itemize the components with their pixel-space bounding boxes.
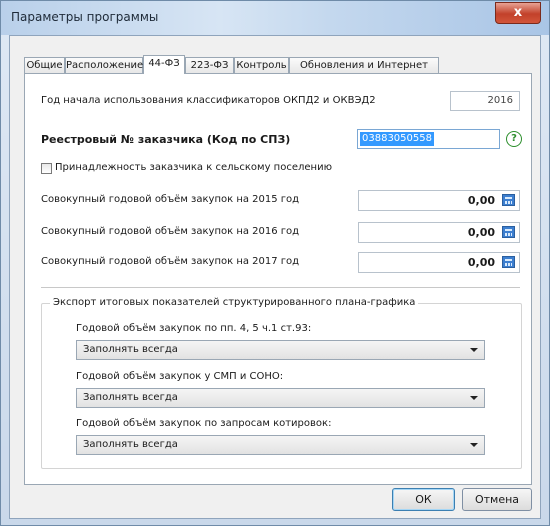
export-field-3-label: Годовой объём закупок по запросам котиро… [76,418,332,429]
export-field-3-select[interactable]: Заполнять всегда [76,435,485,455]
dialog-client-area: Общие Расположение 44-ФЗ 223-ФЗ Контроль… [9,35,541,519]
volume-2016-field[interactable]: 0,00 [358,222,520,243]
cancel-button[interactable]: Отмена [462,488,532,511]
registry-number-input[interactable]: 03883050558 [357,129,500,149]
tab-44fz[interactable]: 44-ФЗ [143,55,185,74]
window-title: Параметры программы [11,10,159,24]
export-field-1-select[interactable]: Заполнять всегда [76,340,485,360]
export-group-title: Экспорт итоговых показателей структуриро… [50,297,419,308]
export-field-1-value: Заполнять всегда [83,344,178,355]
tab-general[interactable]: Общие [24,57,65,73]
tab-location[interactable]: Расположение [65,57,143,73]
tab-control[interactable]: Контроль [234,57,289,73]
chevron-down-icon [470,396,478,400]
export-field-3-value: Заполнять всегда [83,439,178,450]
ok-button[interactable]: ОК [392,488,455,511]
chevron-down-icon [470,443,478,447]
title-bar[interactable]: Параметры программы x [1,1,549,35]
export-field-2-value: Заполнять всегда [83,392,178,403]
tab-updates-internet[interactable]: Обновления и Интернет [289,57,439,73]
rural-settlement-checkbox[interactable] [41,163,52,174]
volume-2016-value: 0,00 [467,226,495,239]
calculator-icon[interactable] [502,256,515,268]
help-icon[interactable]: ? [506,131,522,147]
export-groupbox: Экспорт итоговых показателей структуриро… [41,297,522,469]
volume-2017-value: 0,00 [467,256,495,269]
calculator-icon[interactable] [502,194,515,206]
settings-dialog: Параметры программы x Общие Расположение… [0,0,550,526]
section-divider [41,287,520,288]
tab-panel-44fz: Год начала использования классификаторов… [24,73,532,485]
export-field-2-select[interactable]: Заполнять всегда [76,388,485,408]
chevron-down-icon [470,348,478,352]
volume-2015-value: 0,00 [467,194,495,207]
tab-223fz[interactable]: 223-ФЗ [185,57,234,73]
classifier-year-label: Год начала использования классификаторов… [41,95,376,106]
registry-number-value: 03883050558 [360,132,434,146]
classifier-year-field[interactable]: 2016 [450,91,520,111]
export-field-2-label: Годовой объём закупок у СМП и СОНО: [76,371,284,382]
volume-2016-label: Совокупный годовой объём закупок на 2016… [41,226,300,237]
registry-number-label: Реестровый № заказчика (Код по СПЗ) [41,133,291,146]
export-field-1-label: Годовой объём закупок по пп. 4, 5 ч.1 ст… [76,323,312,334]
volume-2015-label: Совокупный годовой объём закупок на 2015… [41,194,300,205]
volume-2017-label: Совокупный годовой объём закупок на 2017… [41,256,300,267]
volume-2017-field[interactable]: 0,00 [358,252,520,273]
volume-2015-field[interactable]: 0,00 [358,190,520,211]
close-icon: x [513,5,523,20]
calculator-icon[interactable] [502,226,515,238]
close-button[interactable]: x [495,2,541,24]
rural-settlement-label: Принадлежность заказчика к сельскому пос… [55,162,332,173]
